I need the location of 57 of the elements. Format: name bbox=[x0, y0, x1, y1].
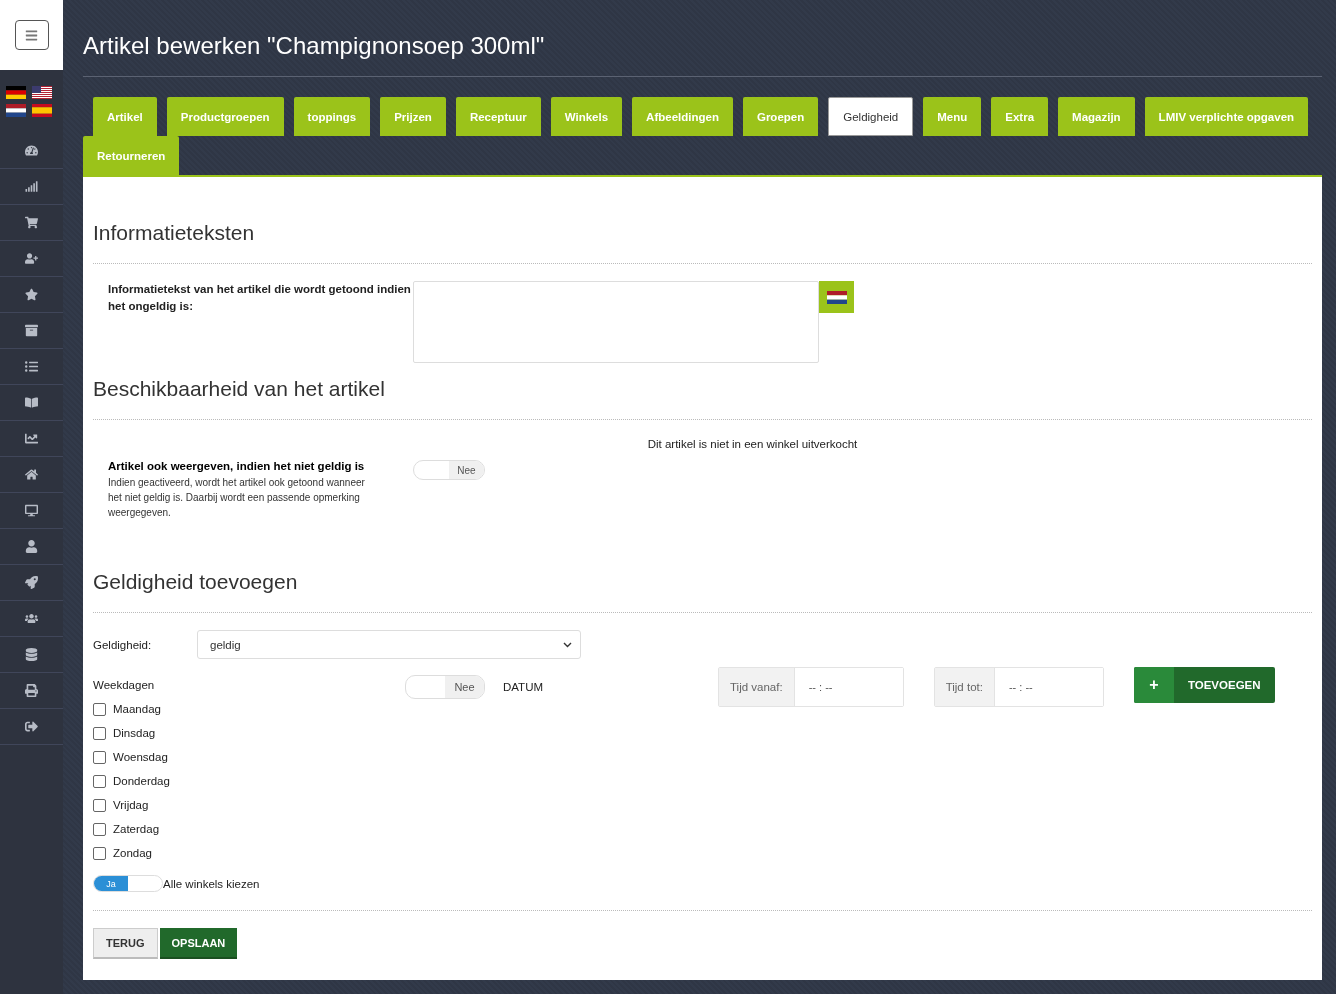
section-heading: Beschikbaarheid van het artikel bbox=[93, 363, 1312, 420]
checkbox-label: Zondag bbox=[113, 847, 152, 859]
checkbox-label: Dinsdag bbox=[113, 727, 156, 739]
notice-text: Dit artikel is niet in een winkel uitverkocht bbox=[646, 437, 859, 452]
tab[interactable]: Winkels bbox=[550, 97, 623, 136]
flag-icon[interactable] bbox=[6, 86, 26, 99]
section-heading: Geldigheid toevoegen bbox=[93, 520, 1312, 613]
toggle-label: Alle winkels kiezen bbox=[163, 877, 260, 890]
select-field[interactable]: geldig bbox=[197, 630, 581, 659]
toggle-switch[interactable]: Ja bbox=[93, 875, 163, 892]
field-description: Indien geactiveerd, wordt het artikel ook getoond wanneer het niet geldig is. Daarbij wordt een passende opmerking weergegeven. bbox=[108, 476, 366, 520]
add-button[interactable]: + TOEVOEGEN bbox=[1133, 667, 1275, 703]
back-button[interactable]: TERUG bbox=[93, 928, 158, 959]
tab[interactable]: LMIV verplichte opgaven bbox=[1144, 97, 1309, 136]
tab[interactable]: Artikel bbox=[93, 97, 157, 136]
tab[interactable]: Afbeeldingen bbox=[632, 97, 733, 136]
tab[interactable]: Retourneren bbox=[83, 136, 180, 175]
tab[interactable]: Magazijn bbox=[1058, 97, 1135, 136]
save-button[interactable]: OPSLAAN bbox=[159, 928, 238, 959]
checkbox-label: Woensdag bbox=[113, 751, 168, 763]
checkbox[interactable] bbox=[93, 702, 106, 716]
section-heading: Informatieteksten bbox=[93, 177, 1312, 264]
time-field[interactable]: Tijd vanaf: -- : -- bbox=[718, 667, 904, 707]
checkbox-label: Donderdag bbox=[113, 775, 170, 787]
checkbox[interactable] bbox=[93, 798, 106, 812]
tab[interactable]: Menu bbox=[923, 97, 982, 136]
toggle-switch[interactable]: Nee bbox=[405, 675, 485, 699]
field-label: DATUM bbox=[503, 681, 544, 693]
checkbox[interactable] bbox=[93, 750, 106, 764]
field-label: Informatietekst van het artikel die wordt getoond indien het ongeldig is: bbox=[107, 282, 412, 314]
checkbox-label: Zaterdag bbox=[113, 823, 160, 835]
tab[interactable]: Geldigheid bbox=[828, 97, 914, 136]
tab[interactable]: Extra bbox=[991, 97, 1049, 136]
tab[interactable]: toppings bbox=[293, 97, 371, 136]
page-title: Artikel bewerken "Champignonsoep 300ml" bbox=[83, 0, 1322, 77]
checkbox-label: Maandag bbox=[113, 703, 161, 715]
chevron-icon bbox=[563, 641, 572, 648]
tab[interactable]: Groepen bbox=[742, 97, 819, 136]
checkbox[interactable] bbox=[93, 822, 106, 836]
flag-icon[interactable] bbox=[32, 86, 52, 99]
checkbox-label: Vrijdag bbox=[113, 799, 149, 811]
field-label: Weekdagen bbox=[93, 679, 155, 691]
time-field[interactable]: Tijd tot: -- : -- bbox=[933, 667, 1104, 707]
checkbox[interactable] bbox=[93, 846, 106, 860]
tab[interactable]: Productgroepen bbox=[166, 97, 284, 136]
checkbox[interactable] bbox=[93, 774, 106, 788]
menu-button[interactable] bbox=[14, 20, 49, 50]
flag-icon[interactable] bbox=[6, 104, 26, 117]
field-label: Artikel ook weergeven, indien het niet geldig is bbox=[108, 460, 366, 472]
toggle-switch[interactable]: Nee bbox=[413, 460, 485, 480]
flag-icon[interactable] bbox=[826, 290, 847, 304]
language-button[interactable] bbox=[819, 281, 854, 313]
tab[interactable]: Prijzen bbox=[380, 97, 446, 136]
menu-icon bbox=[25, 28, 38, 42]
field-label: Geldigheid: bbox=[93, 638, 153, 651]
tab[interactable]: Receptuur bbox=[455, 97, 541, 136]
checkbox[interactable] bbox=[93, 726, 106, 740]
